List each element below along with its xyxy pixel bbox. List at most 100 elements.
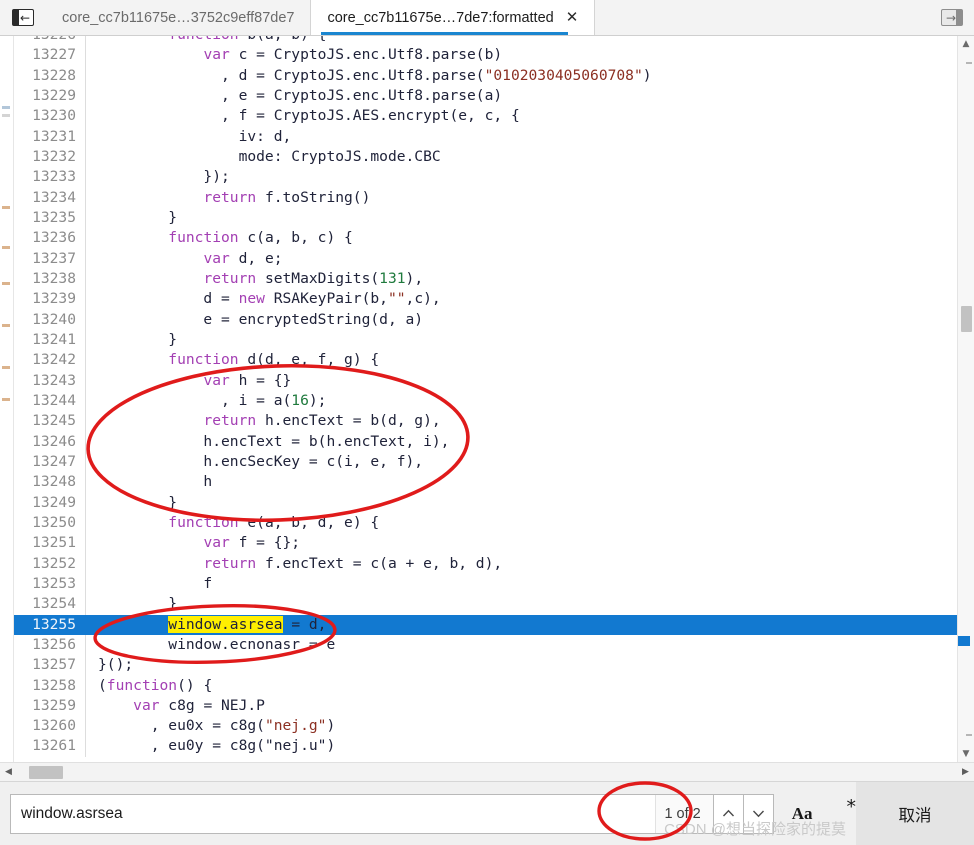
- code-line[interactable]: 13226 function b(a, b) {: [14, 36, 974, 46]
- code-line[interactable]: 13256 window.ecnonasr = e: [14, 634, 974, 656]
- close-icon[interactable]: ✕: [566, 10, 579, 25]
- code-line[interactable]: 13252 return f.encText = c(a + e, b, d),: [14, 553, 974, 574]
- line-number: 13258: [14, 675, 86, 696]
- marker-tick: [2, 106, 10, 109]
- code-line[interactable]: 13255 window.asrsea = d,: [14, 614, 974, 635]
- code-line[interactable]: 13238 return setMaxDigits(131),: [14, 268, 974, 290]
- line-source: function c(a, b, c) {: [168, 229, 353, 247]
- scroll-right-arrow-icon[interactable]: ▶: [957, 767, 974, 777]
- code-line[interactable]: 13228 , d = CryptoJS.enc.Utf8.parse("010…: [14, 65, 974, 86]
- line-number: 13260: [14, 716, 86, 737]
- code-line[interactable]: 13235 }: [14, 207, 974, 229]
- vertical-scroll-thumb[interactable]: [961, 306, 972, 332]
- code-line[interactable]: 13236 function c(a, b, c) {: [14, 228, 974, 249]
- line-source: }: [98, 595, 178, 613]
- cancel-button[interactable]: 取消: [856, 781, 974, 845]
- line-number: 13253: [14, 573, 86, 595]
- line-number: 13246: [14, 431, 86, 452]
- horizontal-scrollbar[interactable]: ◀ ▶: [0, 762, 974, 781]
- left-panel-toggle-button[interactable]: ←: [0, 0, 46, 35]
- tab-core-formatted[interactable]: core_cc7b11675e…7de7:formatted ✕: [310, 0, 596, 35]
- line-source: window.ecnonasr = e: [98, 635, 336, 653]
- line-source: return f.encText = c(a + e, b, d),: [203, 554, 503, 572]
- line-number: 13232: [14, 146, 86, 168]
- code-line[interactable]: 13257}();: [14, 655, 974, 676]
- code-line[interactable]: 13258 (function() {: [14, 675, 974, 696]
- vertical-scrollbar[interactable]: ▲ ▼: [957, 36, 974, 762]
- code-line[interactable]: 13227 var c = CryptoJS.enc.Utf8.parse(b): [14, 45, 974, 66]
- line-source: var c8g = NEJ.P: [133, 696, 265, 714]
- match-case-label: Aa: [791, 803, 813, 823]
- scroll-tick: [966, 734, 972, 736]
- marker-tick: [2, 366, 10, 369]
- code-line[interactable]: 13229 , e = CryptoJS.enc.Utf8.parse(a): [14, 85, 974, 107]
- line-source: });: [98, 168, 230, 186]
- horizontal-scroll-track[interactable]: [17, 763, 957, 781]
- code-lines: 13226 function b(a, b) {13227 var c = Cr…: [14, 36, 974, 757]
- line-number: 13233: [14, 167, 86, 188]
- code-line[interactable]: 13234 return f.toString(): [14, 187, 974, 208]
- line-source: function e(a, b, d, e) {: [168, 513, 380, 531]
- code-viewport[interactable]: 13226 function b(a, b) {13227 var c = Cr…: [14, 36, 974, 762]
- line-number: 13231: [14, 126, 86, 147]
- code-line[interactable]: 13239 d = new RSAKeyPair(b,"",c),: [14, 289, 974, 310]
- code-line[interactable]: 13230 , f = CryptoJS.AES.encrypt(e, c, {: [14, 106, 974, 127]
- code-line[interactable]: 13246 h.encText = b(h.encText, i),: [14, 431, 974, 452]
- code-line[interactable]: 13259 var c8g = NEJ.P: [14, 695, 974, 717]
- code-line[interactable]: 13237 var d, e;: [14, 248, 974, 269]
- code-line[interactable]: 13232 mode: CryptoJS.mode.CBC: [14, 146, 974, 168]
- code-line[interactable]: 13249 }: [14, 492, 974, 513]
- horizontal-scroll-thumb[interactable]: [29, 766, 63, 779]
- code-line[interactable]: 13247 h.encSecKey = c(i, e, f),: [14, 451, 974, 473]
- line-number: 13252: [14, 553, 86, 574]
- line-source: d = new RSAKeyPair(b,"",c),: [98, 290, 441, 308]
- code-line[interactable]: 13243 var h = {}: [14, 370, 974, 391]
- line-source: iv: d,: [98, 127, 292, 145]
- match-case-button[interactable]: Aa: [792, 804, 813, 824]
- line-source: return setMaxDigits(131),: [203, 269, 424, 287]
- code-line[interactable]: 13245 return h.encText = b(d, g),: [14, 411, 974, 432]
- code-line[interactable]: 13254 }: [14, 594, 974, 615]
- code-line[interactable]: 13231 iv: d,: [14, 126, 974, 147]
- previous-match-button[interactable]: [713, 793, 744, 834]
- line-source: function d(d, e, f, g) {: [168, 351, 380, 369]
- code-line[interactable]: 13240 e = encryptedString(d, a): [14, 309, 974, 330]
- line-source: , eu0x = c8g("nej.g"): [98, 717, 336, 735]
- line-source: return h.encText = b(d, g),: [203, 412, 441, 430]
- code-line[interactable]: 13261 , eu0y = c8g("nej.u"): [14, 736, 974, 757]
- line-number: 13248: [14, 472, 86, 493]
- panel-left-arrow-icon: ←: [12, 9, 34, 26]
- scroll-left-arrow-icon[interactable]: ◀: [0, 767, 17, 777]
- line-number: 13240: [14, 309, 86, 330]
- panel-right-arrow-icon: →: [941, 9, 963, 26]
- code-line[interactable]: 13250 function e(a, b, d, e) {: [14, 512, 974, 534]
- right-panel-toggle-button[interactable]: →: [930, 0, 974, 35]
- code-line[interactable]: 13251 var f = {};: [14, 533, 974, 554]
- scroll-tick: [966, 62, 972, 64]
- scroll-up-arrow-icon[interactable]: ▲: [958, 36, 974, 52]
- line-source: window.asrsea = d,: [86, 614, 974, 635]
- scroll-down-arrow-icon[interactable]: ▼: [958, 746, 974, 762]
- code-line[interactable]: 13233 });: [14, 167, 974, 188]
- code-line[interactable]: 13253 f: [14, 573, 974, 595]
- match-count-label: 1 of 2: [655, 794, 713, 833]
- search-input[interactable]: [11, 794, 656, 833]
- line-source: , e = CryptoJS.enc.Utf8.parse(a): [98, 86, 503, 104]
- code-line[interactable]: 13242 function d(d, e, f, g) {: [14, 350, 974, 371]
- line-number: 13249: [14, 492, 86, 513]
- regex-toggle-button[interactable]: *: [847, 798, 857, 817]
- line-source: mode: CryptoJS.mode.CBC: [98, 147, 441, 165]
- line-source: f: [98, 574, 213, 592]
- code-line[interactable]: 13244 , i = a(16);: [14, 390, 974, 412]
- devtools-sources-panel: ← core_cc7b11675e…3752c9eff87de7 core_cc…: [0, 0, 974, 845]
- code-line[interactable]: 13260 , eu0x = c8g("nej.g"): [14, 716, 974, 737]
- line-source: , d = CryptoJS.enc.Utf8.parse("010203040…: [98, 66, 652, 84]
- code-line[interactable]: 13248 h: [14, 472, 974, 493]
- line-number: 13227: [14, 45, 86, 66]
- line-number: 13255: [14, 614, 86, 635]
- tab-core-original[interactable]: core_cc7b11675e…3752c9eff87de7: [46, 0, 311, 35]
- code-line[interactable]: 13241 }: [14, 329, 974, 351]
- search-field-wrapper[interactable]: 1 of 2: [10, 793, 714, 834]
- next-match-button[interactable]: [743, 793, 774, 834]
- chevron-up-icon: [722, 809, 734, 817]
